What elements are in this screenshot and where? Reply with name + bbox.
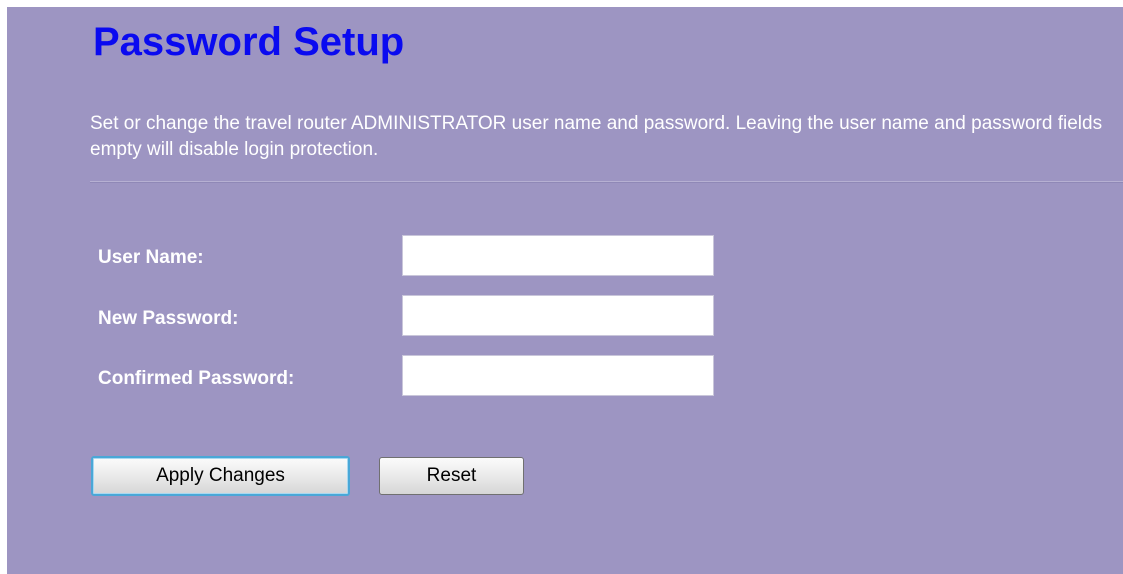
section-divider [90,181,1123,183]
confirm-password-field[interactable] [402,355,714,396]
new-password-field[interactable] [402,295,714,336]
page-description: Set or change the travel router ADMINIST… [90,113,1103,160]
reset-button[interactable]: Reset [379,457,524,495]
username-field[interactable] [402,235,714,276]
new-password-label: New Password: [98,308,239,329]
settings-panel: Password Setup Set or change the travel … [7,7,1123,574]
page-title: Password Setup [93,20,405,64]
confirm-password-label: Confirmed Password: [98,368,295,389]
apply-changes-button[interactable]: Apply Changes [91,456,350,496]
username-label: User Name: [98,247,204,268]
